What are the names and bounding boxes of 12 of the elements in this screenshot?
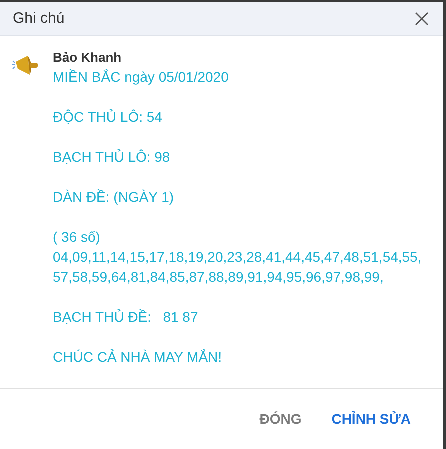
window-title: Ghi chú bbox=[13, 10, 65, 27]
note-paragraph: CHÚC CẢ NHÀ MAY MẮN! bbox=[53, 348, 224, 367]
note-paragraph: BẠCH THỦ ĐỀ: 81 87 bbox=[53, 308, 200, 327]
author-name: Bảo Khanh bbox=[53, 49, 123, 67]
note-paragraph: BẠCH THỦ LÔ: 98 bbox=[53, 148, 172, 167]
edit-button[interactable]: CHỈNH SỬA bbox=[320, 403, 423, 435]
close-button[interactable]: ĐÓNG bbox=[248, 403, 314, 435]
note-paragraph: DÀN ĐỀ: (NGÀY 1) bbox=[53, 188, 176, 207]
close-icon[interactable] bbox=[415, 12, 429, 26]
note-paragraph: ( 36 số) 04,09,11,14,15,17,18,19,20,23,28,41,44,45,47,48,51,54,55, 57,58,59,64,81,84,85,87,88,89,91,94,95,96,97,98,99, bbox=[53, 228, 422, 287]
note-paragraph: MIỀN BẮC ngày 05/01/2020 bbox=[53, 68, 230, 87]
note-paragraph: ĐỘC THỦ LÔ: 54 bbox=[53, 108, 164, 127]
